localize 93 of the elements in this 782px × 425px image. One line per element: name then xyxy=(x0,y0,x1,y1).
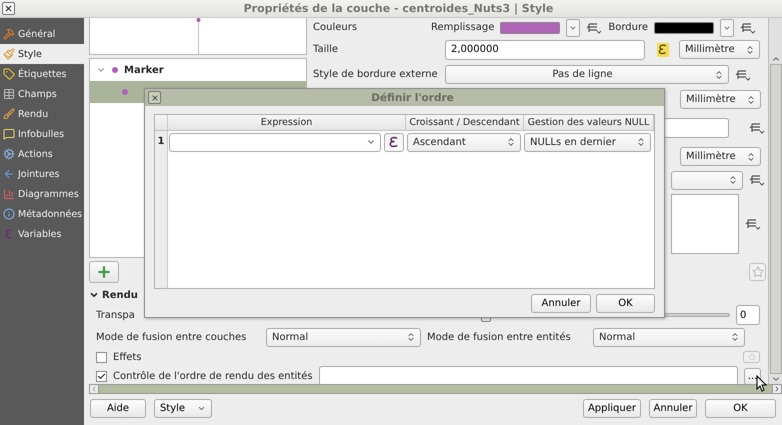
order-control-label: Contrôle de l'ordre de rendu des entités xyxy=(113,370,313,382)
dialog-button[interactable]: OK xyxy=(705,399,776,418)
sidebar-item[interactable]: Style xyxy=(0,44,84,64)
check-icon xyxy=(97,372,106,380)
data-defined-icon[interactable] xyxy=(749,122,765,134)
dialog-button[interactable]: Annuler xyxy=(649,399,697,418)
column-header[interactable]: Gestion des valeurs NULL xyxy=(524,115,654,130)
symbol-preview-drawing xyxy=(196,18,200,54)
outline-style-label: Style de bordure externe xyxy=(313,69,439,80)
data-defined-icon[interactable] xyxy=(740,22,756,34)
mouse-pointer-icon xyxy=(756,375,767,392)
brush-icon xyxy=(3,108,15,120)
tree-item[interactable]: Marker xyxy=(90,59,306,81)
column-header[interactable]: Expression xyxy=(168,115,406,130)
updown-arrow-icon xyxy=(636,137,646,147)
close-icon xyxy=(150,94,158,102)
unit-dropdown[interactable]: Millimètre xyxy=(679,40,760,59)
info-icon xyxy=(3,208,15,220)
sidebar-item[interactable]: Infobulles xyxy=(0,124,84,144)
marker-dot xyxy=(122,89,128,95)
order-field[interactable] xyxy=(318,366,738,386)
expression-button[interactable] xyxy=(384,132,404,152)
arrow-icon xyxy=(3,168,15,180)
updown-arrow-icon xyxy=(728,175,738,185)
colors-label: Couleurs xyxy=(313,22,358,33)
plus-icon xyxy=(96,264,112,280)
effects-checkbox[interactable] xyxy=(96,352,107,362)
updown-arrow-icon xyxy=(406,332,416,342)
section-title: Rendu xyxy=(102,290,138,300)
transparency-label: Transpa xyxy=(96,310,135,320)
color-swatch[interactable] xyxy=(654,22,714,34)
dialog-title: Définir l'ordre xyxy=(370,92,455,104)
swatch-label: Bordure xyxy=(608,22,648,33)
size-field[interactable]: 2,000000 xyxy=(445,40,645,60)
add-button[interactable] xyxy=(89,261,119,283)
updown-arrow-icon xyxy=(506,137,516,147)
horizontal-scrollbar[interactable] xyxy=(89,384,782,394)
swatch-label: Remplissage xyxy=(431,22,494,33)
sidebar-item[interactable]: Variables xyxy=(0,224,84,244)
updown-arrow-icon xyxy=(746,94,756,104)
speech-bubble-icon xyxy=(3,128,15,140)
menu-button[interactable]: Style xyxy=(154,399,212,418)
updown-arrow-icon xyxy=(745,44,755,54)
feature-blend-label: Mode de fusion entre entités xyxy=(427,332,572,342)
data-defined-icon[interactable] xyxy=(749,174,765,186)
layer-blend-dropdown[interactable]: Normal xyxy=(266,328,421,346)
paintbrush-icon xyxy=(3,48,15,60)
layer-blend-label: Mode de fusion entre couches xyxy=(96,332,248,342)
effects-label: Effets xyxy=(113,352,142,362)
close-icon xyxy=(4,4,13,13)
feature-blend-dropdown[interactable]: Normal xyxy=(593,328,745,346)
gear-icon xyxy=(3,148,15,160)
size-label: Taille xyxy=(313,44,340,55)
sidebar-item[interactable]: Rendu xyxy=(0,104,84,124)
table-icon xyxy=(3,88,15,100)
unit-dropdown[interactable]: Millimètre xyxy=(680,90,761,109)
updown-arrow-icon xyxy=(730,332,740,342)
sidebar-item[interactable]: Général xyxy=(0,24,84,44)
dialog-button[interactable]: Annuler xyxy=(531,294,591,312)
sidebar-item[interactable]: Champs xyxy=(0,84,84,104)
marker-dot xyxy=(112,67,118,73)
color-swatch[interactable] xyxy=(500,22,560,34)
updown-arrow-icon xyxy=(714,70,724,80)
epsilon-icon xyxy=(3,228,15,240)
data-defined-icon[interactable] xyxy=(745,218,761,230)
dialog-button[interactable]: Appliquer xyxy=(583,399,641,418)
close-button[interactable] xyxy=(2,2,15,15)
browse-button[interactable]: ... xyxy=(744,368,761,384)
data-defined-icon[interactable] xyxy=(735,68,751,80)
window-title: Propriétés de la couche - centroides_Nuts3 | Style xyxy=(242,2,554,15)
order-dropdown[interactable]: Ascendant xyxy=(407,132,521,152)
hammer-icon xyxy=(3,28,15,40)
order-control-checkbox[interactable] xyxy=(96,370,107,382)
transparency-field[interactable]: 0 xyxy=(736,305,760,325)
tag-icon xyxy=(3,68,15,80)
star-icon xyxy=(752,266,764,278)
sidebar-item[interactable]: Métadonnées xyxy=(0,204,84,224)
data-defined-icon[interactable] xyxy=(586,22,602,34)
sidebar-item[interactable]: Diagrammes xyxy=(0,184,84,204)
nulls-dropdown[interactable]: NULLs en dernier xyxy=(524,132,651,152)
vertical-scrollbar[interactable] xyxy=(768,18,782,384)
outline-style-dropdown[interactable]: Pas de ligne xyxy=(445,65,729,84)
unit-dropdown[interactable]: Millimètre xyxy=(680,147,761,166)
star-icon xyxy=(748,353,756,361)
dialog-button[interactable]: OK xyxy=(596,294,655,312)
row-number: 1 xyxy=(156,134,166,148)
column-header[interactable]: Croissant / Descendant xyxy=(406,115,524,130)
help-button[interactable]: Aide xyxy=(90,399,146,418)
updown-arrow-icon xyxy=(746,152,756,162)
sidebar-item[interactable]: Actions xyxy=(0,144,84,164)
sidebar-item[interactable]: Jointures xyxy=(0,164,84,184)
chart-icon xyxy=(3,188,15,200)
sidebar-item[interactable]: Étiquettes xyxy=(0,64,84,84)
